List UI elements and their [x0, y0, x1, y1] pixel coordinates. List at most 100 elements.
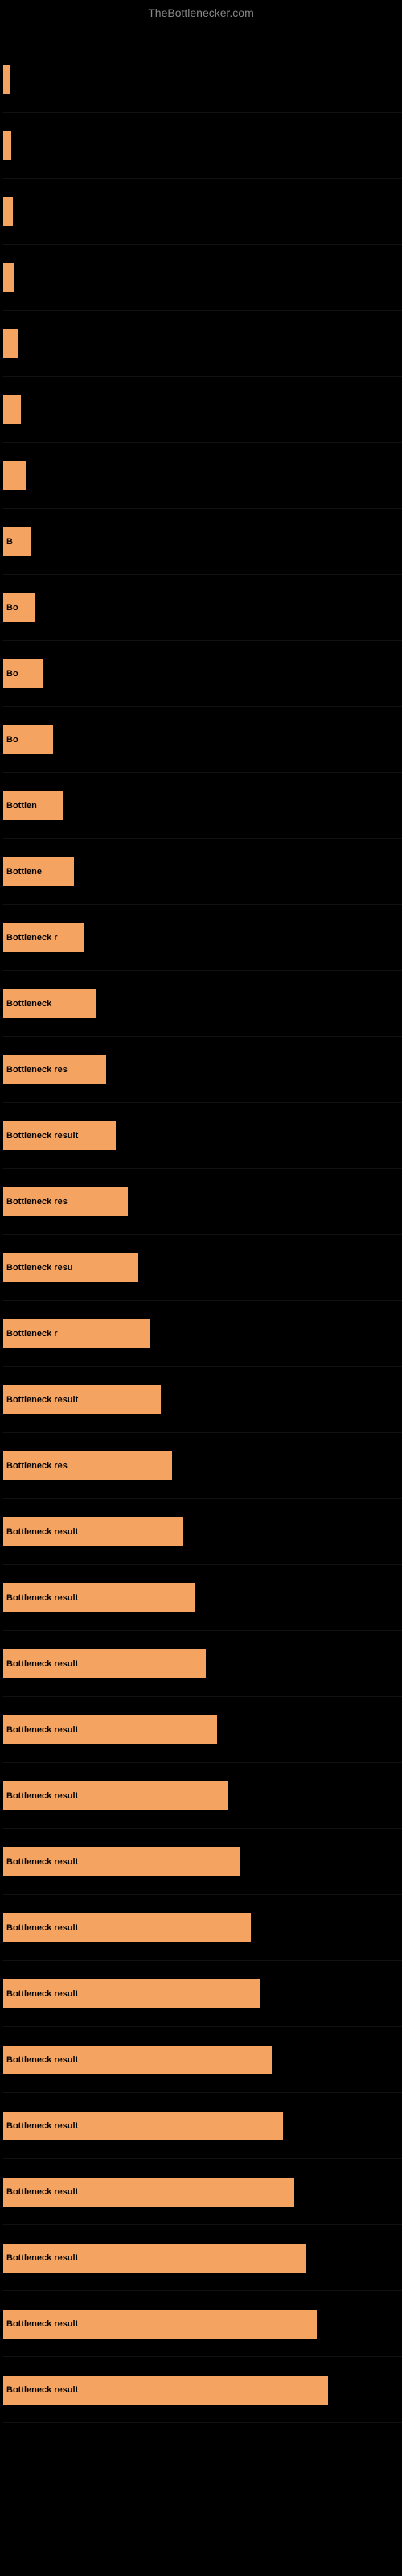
- bar-26: Bottleneck result: [3, 1715, 217, 1744]
- chart-row-16: Bottleneck res: [3, 1037, 402, 1103]
- bar-13: Bottlene: [3, 857, 74, 886]
- chart-row-4: [3, 245, 402, 311]
- bar-10: Bo: [3, 659, 43, 688]
- bar-32: Bottleneck result: [3, 2112, 283, 2140]
- chart-area: B Bo Bo Bo Bottlen Bottlene Bottleneck r Bottle…: [0, 23, 402, 2423]
- chart-row-12: Bottlen: [3, 773, 402, 839]
- chart-row-14: Bottleneck r: [3, 905, 402, 971]
- chart-row-36: Bottleneck result: [3, 2357, 402, 2423]
- bar-label-27: Bottleneck result: [6, 1791, 78, 1801]
- bar-12: Bottlen: [3, 791, 63, 820]
- bar-14: Bottleneck r: [3, 923, 84, 952]
- bar-8: B: [3, 527, 31, 556]
- bar-label-19: Bottleneck resu: [6, 1263, 73, 1273]
- chart-row-32: Bottleneck result: [3, 2093, 402, 2159]
- chart-row-30: Bottleneck result: [3, 1961, 402, 2027]
- chart-row-31: Bottleneck result: [3, 2027, 402, 2093]
- bar-label-22: Bottleneck res: [6, 1461, 68, 1471]
- bar-label-16: Bottleneck res: [6, 1065, 68, 1075]
- bar-label-21: Bottleneck result: [6, 1395, 78, 1405]
- bar-label-18: Bottleneck res: [6, 1197, 68, 1207]
- chart-row-8: B: [3, 509, 402, 575]
- bar-label-30: Bottleneck result: [6, 1989, 78, 1999]
- bar-2: [3, 131, 11, 160]
- bar-label-36: Bottleneck result: [6, 2385, 78, 2395]
- chart-row-21: Bottleneck result: [3, 1367, 402, 1433]
- bar-label-28: Bottleneck result: [6, 1857, 78, 1867]
- chart-row-3: [3, 179, 402, 245]
- chart-row-17: Bottleneck result: [3, 1103, 402, 1169]
- bar-label-25: Bottleneck result: [6, 1659, 78, 1669]
- bar-label-35: Bottleneck result: [6, 2319, 78, 2329]
- chart-row-29: Bottleneck result: [3, 1895, 402, 1961]
- chart-row-22: Bottleneck res: [3, 1433, 402, 1499]
- bar-16: Bottleneck res: [3, 1055, 106, 1084]
- bar-7: [3, 461, 26, 490]
- chart-row-35: Bottleneck result: [3, 2291, 402, 2357]
- bar-4: [3, 263, 14, 292]
- bar-30: Bottleneck result: [3, 1979, 260, 2008]
- bar-label-23: Bottleneck result: [6, 1527, 78, 1537]
- bar-3: [3, 197, 13, 226]
- bar-18: Bottleneck res: [3, 1187, 128, 1216]
- bar-label-15: Bottleneck: [6, 999, 51, 1009]
- bar-label-34: Bottleneck result: [6, 2253, 78, 2263]
- bar-29: Bottleneck result: [3, 1913, 251, 1942]
- bar-label-29: Bottleneck result: [6, 1923, 78, 1933]
- bar-23: Bottleneck result: [3, 1517, 183, 1546]
- bar-22: Bottleneck res: [3, 1451, 172, 1480]
- bar-label-10: Bo: [6, 669, 18, 679]
- bar-5: [3, 329, 18, 358]
- bar-9: Bo: [3, 593, 35, 622]
- bar-17: Bottleneck result: [3, 1121, 116, 1150]
- chart-row-1: [3, 47, 402, 113]
- bar-31: Bottleneck result: [3, 2046, 272, 2074]
- bar-label-8: B: [6, 537, 13, 547]
- chart-row-28: Bottleneck result: [3, 1829, 402, 1895]
- chart-row-24: Bottleneck result: [3, 1565, 402, 1631]
- bar-20: Bottleneck r: [3, 1319, 150, 1348]
- bar-24: Bottleneck result: [3, 1583, 195, 1612]
- bar-label-11: Bo: [6, 735, 18, 745]
- chart-row-6: [3, 377, 402, 443]
- chart-row-19: Bottleneck resu: [3, 1235, 402, 1301]
- chart-row-15: Bottleneck: [3, 971, 402, 1037]
- bar-27: Bottleneck result: [3, 1781, 228, 1810]
- bar-34: Bottleneck result: [3, 2244, 306, 2273]
- chart-row-7: [3, 443, 402, 509]
- bar-label-9: Bo: [6, 603, 18, 613]
- bar-label-33: Bottleneck result: [6, 2187, 78, 2197]
- bar-21: Bottleneck result: [3, 1385, 161, 1414]
- chart-row-34: Bottleneck result: [3, 2225, 402, 2291]
- chart-row-9: Bo: [3, 575, 402, 641]
- chart-row-25: Bottleneck result: [3, 1631, 402, 1697]
- bar-label-13: Bottlene: [6, 867, 42, 877]
- chart-row-23: Bottleneck result: [3, 1499, 402, 1565]
- site-title: TheBottlenecker.com: [0, 0, 402, 23]
- chart-row-10: Bo: [3, 641, 402, 707]
- chart-row-33: Bottleneck result: [3, 2159, 402, 2225]
- bar-label-12: Bottlen: [6, 801, 37, 811]
- bar-label-20: Bottleneck r: [6, 1329, 58, 1339]
- bar-28: Bottleneck result: [3, 1847, 240, 1876]
- chart-row-20: Bottleneck r: [3, 1301, 402, 1367]
- bar-label-17: Bottleneck result: [6, 1131, 78, 1141]
- chart-row-26: Bottleneck result: [3, 1697, 402, 1763]
- chart-row-2: [3, 113, 402, 179]
- bar-label-26: Bottleneck result: [6, 1725, 78, 1735]
- site-header: TheBottlenecker.com: [0, 0, 402, 23]
- bar-6: [3, 395, 21, 424]
- bar-15: Bottleneck: [3, 989, 96, 1018]
- bar-33: Bottleneck result: [3, 2178, 294, 2207]
- bar-label-31: Bottleneck result: [6, 2055, 78, 2065]
- chart-row-27: Bottleneck result: [3, 1763, 402, 1829]
- bar-label-32: Bottleneck result: [6, 2121, 78, 2131]
- chart-row-5: [3, 311, 402, 377]
- bar-36: Bottleneck result: [3, 2376, 328, 2405]
- bar-11: Bo: [3, 725, 53, 754]
- bar-19: Bottleneck resu: [3, 1253, 138, 1282]
- chart-row-11: Bo: [3, 707, 402, 773]
- chart-row-13: Bottlene: [3, 839, 402, 905]
- bar-25: Bottleneck result: [3, 1649, 206, 1678]
- bar-35: Bottleneck result: [3, 2310, 317, 2339]
